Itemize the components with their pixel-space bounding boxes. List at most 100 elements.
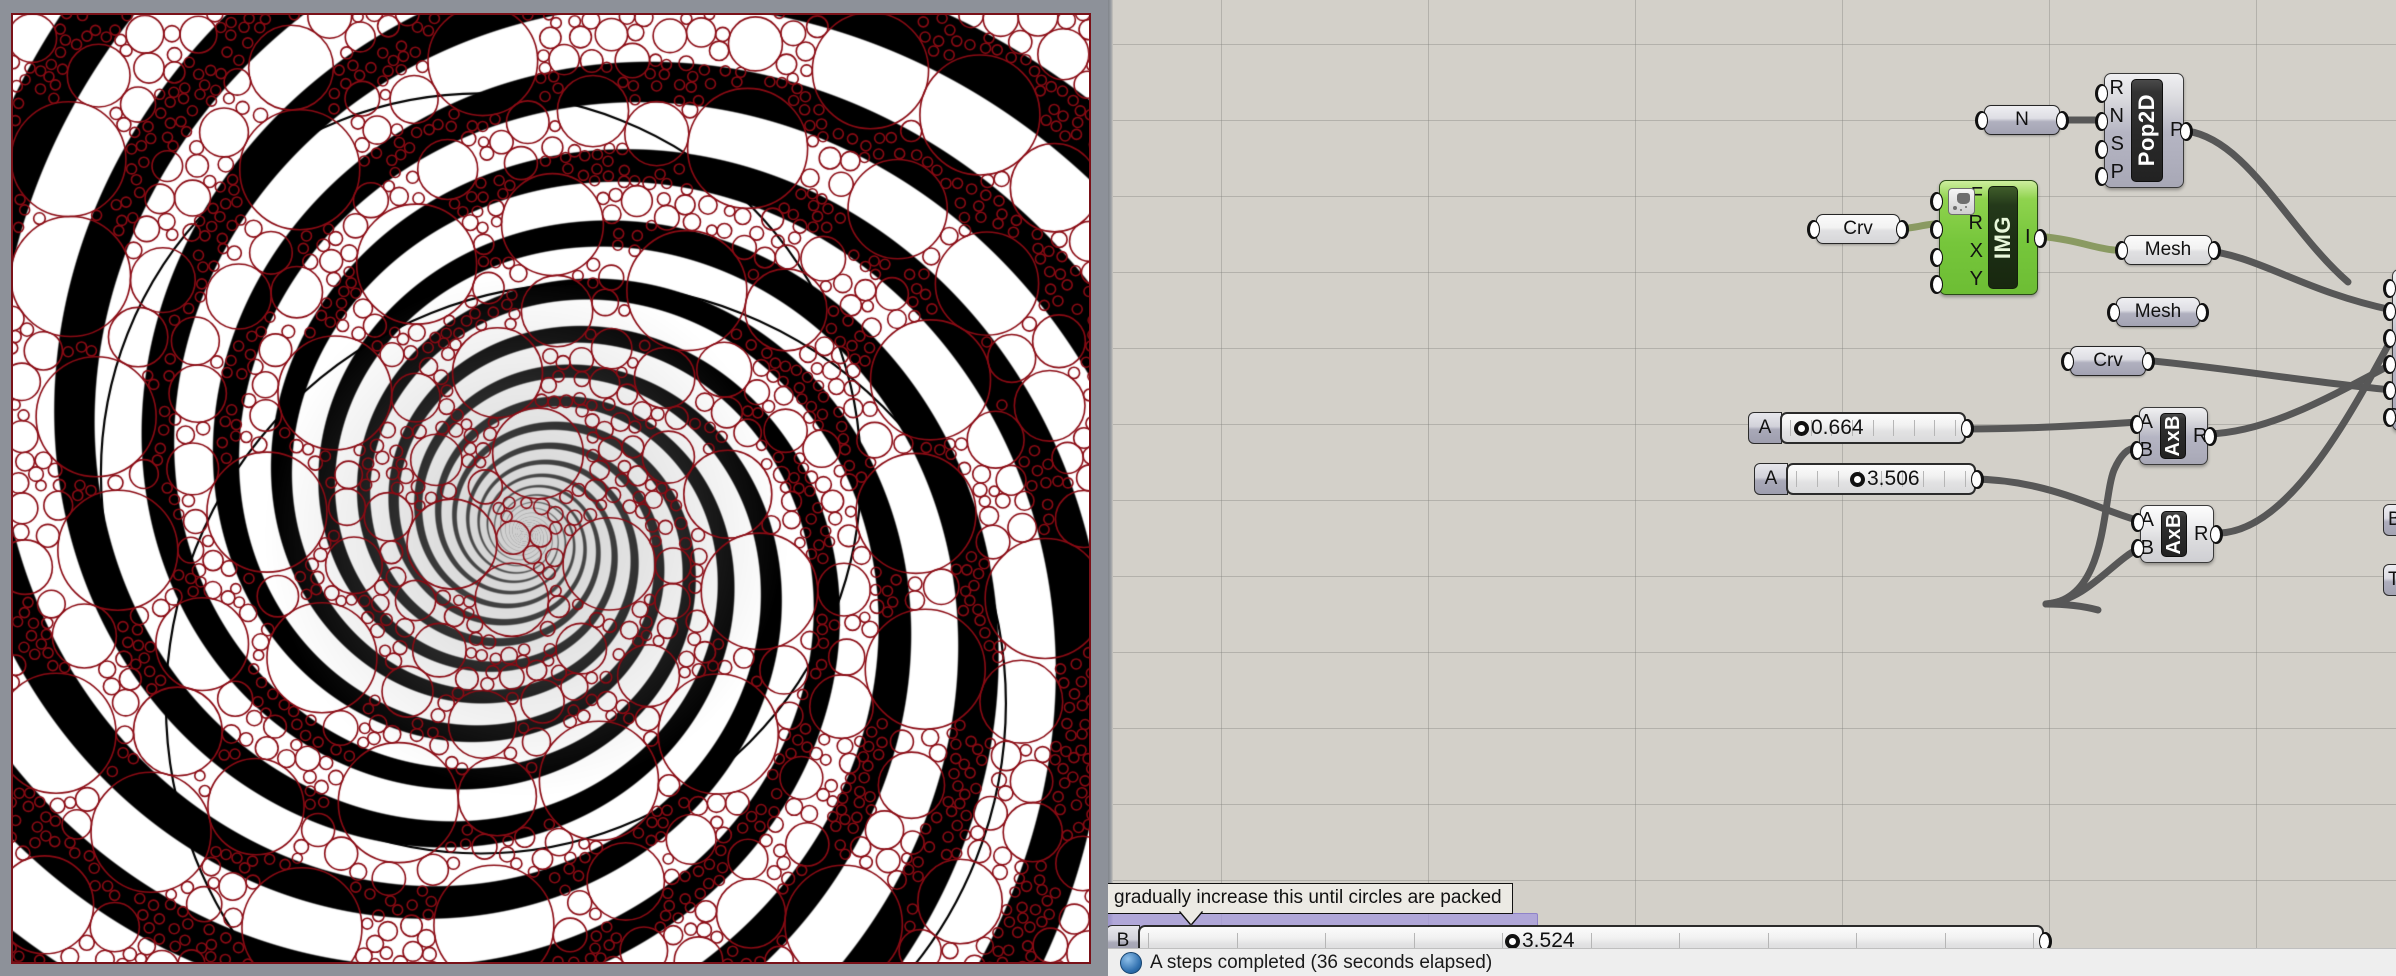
grip-in-x[interactable] [1930, 248, 1943, 267]
port-in-r[interactable]: R [2110, 77, 2124, 99]
slider-track[interactable]: 3.506 [1786, 463, 1976, 495]
status-bar: A steps completed (36 seconds elapsed) [1108, 948, 2396, 976]
slider-tag: A [1748, 412, 1782, 444]
toggle-node[interactable]: Toggle True [2383, 564, 2396, 596]
slider-track[interactable]: 0.664 [1780, 412, 1966, 444]
script-icon[interactable] [1948, 188, 1975, 215]
port-in-n[interactable]: N [2110, 105, 2124, 127]
input-grip[interactable] [2061, 351, 2074, 371]
slider-knob[interactable] [1505, 933, 1520, 949]
port-in-r[interactable]: R [1969, 212, 1983, 234]
grip-in-b[interactable] [2130, 441, 2143, 460]
grip-in-max[interactable] [2383, 355, 2396, 374]
output-grip[interactable] [2208, 240, 2221, 260]
grip-in-pts[interactable] [2383, 279, 2396, 298]
viewport-frame[interactable] [11, 13, 1091, 964]
port-out-r[interactable]: R [2194, 523, 2208, 545]
input-grip[interactable] [1807, 219, 1820, 239]
component-name-bar: AxB [2160, 413, 2186, 459]
slider-thumb[interactable]: 3.506 [1850, 467, 1920, 491]
grasshopper-canvas[interactable]: N R N S P Pop2D P Crv F R X Y IMG I Mesh… [1108, 0, 2396, 976]
grip-in-b[interactable] [2131, 539, 2144, 558]
output-grip[interactable] [2142, 351, 2155, 371]
param-n[interactable]: N [1975, 105, 2069, 135]
input-grip[interactable] [1975, 110, 1988, 130]
slider-thumb[interactable]: 0.664 [1794, 416, 1864, 440]
rhino-viewport[interactable] [0, 0, 1108, 976]
canvas-grid [1108, 0, 2396, 976]
param-mesh-mid-label: Mesh [2134, 301, 2182, 322]
grip-out-i[interactable] [2034, 229, 2047, 248]
grip-in-strength[interactable] [2383, 408, 2396, 427]
grip-in-m[interactable] [2383, 302, 2396, 321]
grip-in-f[interactable] [1930, 192, 1943, 211]
status-text: A steps completed (36 seconds elapsed) [1150, 951, 1493, 973]
wire-layer [1884, 116, 2396, 614]
input-grip[interactable] [2115, 240, 2128, 260]
grip-in-a[interactable] [2131, 513, 2144, 532]
grip-in-a[interactable] [2130, 415, 2143, 434]
component-imgcircles[interactable]: Pts M Min Max Crvs Strength ImgCircles I [2383, 269, 2396, 431]
grip-in-p[interactable] [2095, 167, 2108, 186]
app-window: N R N S P Pop2D P Crv F R X Y IMG I Mesh… [0, 0, 2396, 976]
canvas-left-edge [1108, 0, 1113, 976]
info-icon [1120, 951, 1142, 974]
component-multiply-top[interactable]: A B AxB R [2130, 407, 2217, 465]
output-grip[interactable] [2196, 302, 2209, 322]
wire-slider1-to-mult-top-a [1961, 418, 2142, 433]
output-grip[interactable] [1961, 419, 1974, 438]
component-multiply-top-label: AxB [2161, 415, 2184, 457]
wire-mult-top-to-imgcircles-max [2204, 360, 2396, 438]
output-grip[interactable] [2056, 110, 2069, 130]
param-n-label: N [2015, 109, 2029, 130]
grip-in-min[interactable] [2383, 329, 2396, 348]
grip-in-crvs[interactable] [2383, 381, 2396, 400]
button-node[interactable]: Button [2383, 504, 2396, 536]
grip-out-p[interactable] [2180, 122, 2193, 141]
grip-in-s[interactable] [2095, 140, 2108, 159]
param-crv-top-label: Crv [1843, 218, 1873, 239]
grip-out-r[interactable] [2210, 525, 2223, 544]
port-in-y[interactable]: Y [1970, 269, 1983, 290]
slider-knob[interactable] [1794, 420, 1809, 436]
slider-tag: A [1754, 463, 1788, 495]
component-img[interactable]: F R X Y IMG I [1930, 180, 2047, 295]
wire-slider2-to-mult-bottom-a [1966, 475, 2144, 525]
param-crv-mid[interactable]: Crv [2061, 346, 2155, 376]
wire-slider3-to-mult-top-b [2042, 444, 2143, 608]
component-pop2d-label: Pop2D [2134, 94, 2159, 167]
slider-ticks [1148, 933, 2034, 949]
component-name-bar: AxB [2161, 511, 2187, 557]
param-crv-top[interactable]: Crv [1807, 214, 1909, 244]
output-grip[interactable] [1896, 219, 1909, 239]
slider-value: 0.664 [1811, 416, 1864, 439]
grip-in-r[interactable] [1930, 220, 1943, 239]
tooltip-tail [1180, 911, 1202, 924]
component-pop2d[interactable]: R N S P Pop2D P [2095, 73, 2193, 188]
grip-in-y[interactable] [1930, 275, 1943, 294]
component-img-label: IMG [1990, 215, 2015, 260]
param-mesh-top-label: Mesh [2144, 239, 2192, 260]
component-multiply-bottom[interactable]: A B AxB R [2131, 505, 2223, 563]
port-in-s[interactable]: S [2111, 134, 2124, 155]
grip-in-n[interactable] [2095, 112, 2108, 131]
port-in-p[interactable]: P [2111, 162, 2124, 183]
port-out-i[interactable]: I [2025, 227, 2031, 248]
port-in-x[interactable]: X [1970, 241, 1983, 262]
param-mesh-top[interactable]: Mesh [2115, 235, 2221, 265]
input-grip[interactable] [2107, 302, 2120, 322]
slider-value: 3.506 [1867, 467, 1920, 490]
output-grip[interactable] [1971, 470, 1984, 489]
grip-in-r[interactable] [2095, 84, 2108, 103]
param-mesh-mid[interactable]: Mesh [2107, 297, 2209, 327]
grip-out-r[interactable] [2204, 427, 2217, 446]
button-node-label: Button [2388, 509, 2396, 530]
slider-a-0664[interactable]: A 0.664 [1748, 412, 1974, 444]
wire-img-to-mesh [2034, 232, 2118, 254]
tooltip-slider-hint: gradually increase this until circles ar… [1108, 883, 1513, 914]
slider-a-3506[interactable]: A 3.506 [1754, 463, 1984, 495]
tooltip-text: gradually increase this until circles ar… [1114, 887, 1502, 908]
param-crv-mid-label: Crv [2093, 350, 2123, 371]
spiral-circle-packing-image [13, 15, 1089, 962]
slider-knob[interactable] [1850, 471, 1865, 487]
